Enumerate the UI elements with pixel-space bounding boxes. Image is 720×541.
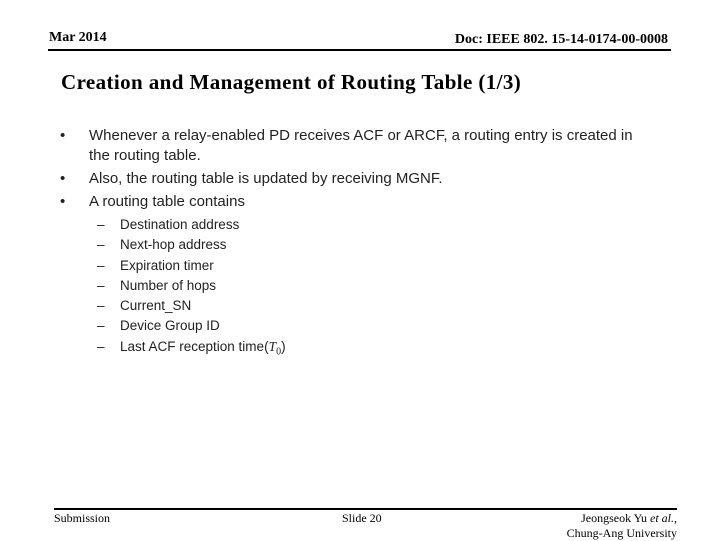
author-name: Jeongseok Yu	[581, 511, 650, 525]
sub-item: – Last ACF reception time(T0)	[60, 337, 640, 363]
footer-submission: Submission	[54, 511, 111, 525]
sub-item-text: Expiration timer	[120, 257, 214, 273]
sub-item: – Number of hops	[60, 276, 640, 296]
bullet-text: A routing table contains	[89, 193, 245, 210]
sub-item: – Destination address	[60, 215, 640, 235]
bullet-text: Also, the routing table is updated by re…	[89, 170, 443, 187]
sub-item: – Expiration timer	[60, 256, 640, 276]
sub-item-text: Device Group ID	[120, 318, 220, 334]
slide-title: Creation and Management of Routing Table…	[61, 70, 522, 94]
sub-item-text: Current_SN	[120, 298, 192, 314]
sub-item-text: Last ACF reception time(	[120, 338, 269, 354]
sub-item-text: Destination address	[120, 217, 240, 232]
dash-marker: –	[97, 257, 105, 273]
dash-marker: –	[97, 217, 105, 232]
header-date: Mar 2014	[49, 30, 107, 45]
bullet-marker: •	[60, 193, 66, 210]
footer-slide-number: Slide 20	[342, 511, 382, 525]
dash-marker: –	[97, 318, 105, 334]
bullet-item: • A routing table contains	[60, 192, 640, 212]
author-comma: ,	[674, 511, 677, 525]
sub-item: – Next-hop address	[60, 235, 640, 255]
sub-item: – Device Group ID	[60, 316, 640, 336]
footer-divider	[54, 508, 677, 510]
footer-affiliation: Chung-Ang University	[566, 526, 677, 540]
slide-body: • Whenever a relay-enabled PD receives A…	[60, 126, 640, 363]
math-t0: T0	[268, 338, 282, 358]
routing-table-fields: – Destination address – Next-hop address –…	[60, 215, 640, 363]
sub-item: – Current_SN	[60, 296, 640, 316]
header-divider	[48, 49, 671, 51]
footer-author-line: Jeongseok Yu et al.,	[567, 511, 677, 526]
sub-item-text: Number of hops	[120, 277, 217, 293]
dash-marker: –	[97, 237, 105, 253]
bullet-text: Whenever a relay-enabled PD receives ACF…	[89, 127, 633, 164]
sub-item-text: Next-hop address	[120, 237, 227, 253]
dash-marker: –	[97, 298, 105, 314]
bullet-item: • Whenever a relay-enabled PD receives A…	[60, 126, 640, 166]
footer-author: Jeongseok Yu et al., Chung-Ang Universit…	[567, 511, 677, 541]
bullet-marker: •	[60, 170, 66, 187]
dash-marker: –	[97, 338, 105, 354]
bullet-item: • Also, the routing table is updated by …	[60, 169, 640, 189]
math-symbol: T	[268, 338, 277, 354]
header-doc-id: Doc: IEEE 802. 15-14-0174-00-0008	[454, 32, 668, 47]
bullet-marker: •	[60, 127, 66, 144]
author-etal: et al.	[650, 511, 674, 525]
close-paren: )	[281, 338, 286, 354]
dash-marker: –	[97, 277, 105, 293]
